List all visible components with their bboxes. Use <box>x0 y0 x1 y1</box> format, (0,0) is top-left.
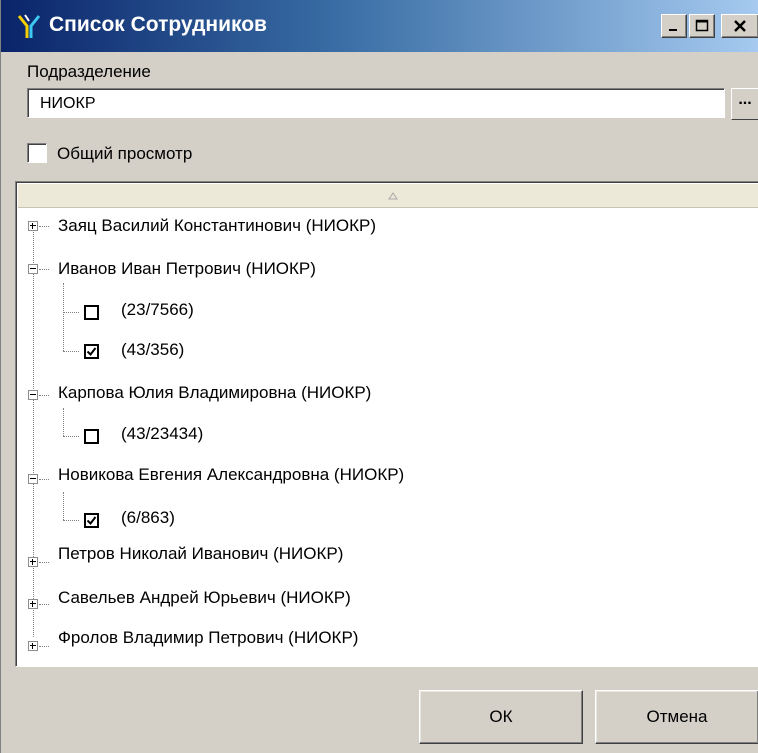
tree-connector <box>39 479 49 480</box>
turnstile-icon <box>17 14 41 38</box>
cancel-button[interactable]: Отмена <box>595 690 758 744</box>
maximize-icon <box>695 19 709 32</box>
sort-ascending-icon <box>388 192 398 200</box>
tree-column-header[interactable] <box>18 184 758 208</box>
tree-guide-line <box>63 408 64 436</box>
tree-connector <box>63 312 79 313</box>
minimize-icon <box>669 29 677 31</box>
tree-connector <box>39 395 49 396</box>
tree-connector <box>39 269 49 270</box>
close-button[interactable] <box>721 14 758 38</box>
employee-node[interactable]: Савельев Андрей Юрьевич (НИОКР) <box>58 588 351 608</box>
employee-node[interactable]: Фролов Владимир Петрович (НИОКР) <box>58 628 358 648</box>
minimize-button[interactable] <box>661 14 687 38</box>
tree-connector <box>63 520 79 521</box>
collapse-toggle-icon[interactable] <box>28 264 38 274</box>
department-field[interactable]: НИОКР <box>27 88 725 118</box>
general-view-checkbox[interactable] <box>27 143 47 163</box>
department-label: Подразделение <box>27 62 151 81</box>
general-view-label: Общий просмотр <box>57 144 193 163</box>
tree-connector <box>39 226 49 227</box>
card-checkbox-checked[interactable] <box>84 513 99 528</box>
card-node[interactable]: (6/863) <box>121 508 175 528</box>
window-title: Список Сотрудников <box>49 13 267 36</box>
expand-toggle-icon[interactable] <box>28 221 38 231</box>
collapse-toggle-icon[interactable] <box>28 474 38 484</box>
tree-connector <box>39 646 49 647</box>
close-icon <box>734 20 746 32</box>
card-node[interactable]: (43/23434) <box>121 424 203 444</box>
expand-toggle-icon[interactable] <box>28 557 38 567</box>
tree-connector <box>39 604 49 605</box>
card-node[interactable]: (23/7566) <box>121 300 194 320</box>
employee-node[interactable]: Карпова Юлия Владимировна (НИОКР) <box>58 383 371 403</box>
collapse-toggle-icon[interactable] <box>28 390 38 400</box>
card-checkbox-checked[interactable] <box>84 344 99 359</box>
tree-connector <box>63 351 79 352</box>
employee-node[interactable]: Новикова Евгения Александровна (НИОКР) <box>58 465 404 485</box>
card-checkbox[interactable] <box>84 305 99 320</box>
tree-guide-line <box>33 226 34 637</box>
tree-guide-line <box>63 283 64 351</box>
card-checkbox[interactable] <box>84 429 99 444</box>
browse-department-button[interactable]: ... <box>731 88 758 120</box>
ok-button[interactable]: ОК <box>419 690 583 744</box>
employee-list-window: Список Сотрудников Подразделение НИОКР .… <box>0 0 758 753</box>
card-node[interactable]: (43/356) <box>121 340 184 360</box>
checkmark-icon <box>86 347 97 357</box>
maximize-button[interactable] <box>689 14 715 38</box>
title-bar[interactable]: Список Сотрудников <box>1 0 758 52</box>
employee-node[interactable]: Заяц Василий Константинович (НИОКР) <box>58 216 376 236</box>
employee-tree[interactable]: Заяц Василий Константинович (НИОКР) Иван… <box>15 181 758 667</box>
employee-node[interactable]: Иванов Иван Петрович (НИОКР) <box>58 259 316 279</box>
tree-connector <box>39 562 49 563</box>
employee-node[interactable]: Петров Николай Иванович (НИОКР) <box>58 544 343 564</box>
expand-toggle-icon[interactable] <box>28 641 38 651</box>
tree-guide-line <box>63 492 64 520</box>
checkmark-icon <box>86 516 97 526</box>
tree-connector <box>63 436 79 437</box>
expand-toggle-icon[interactable] <box>28 599 38 609</box>
